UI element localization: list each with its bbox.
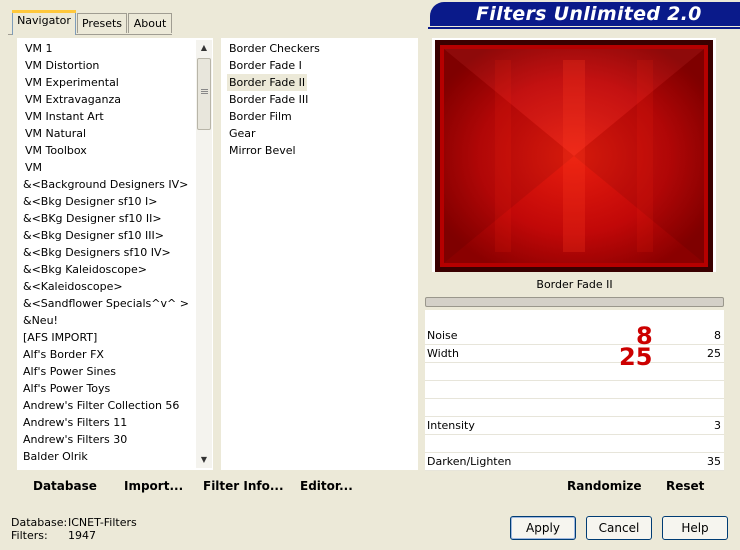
category-item[interactable]: VM 1 [25, 40, 53, 57]
category-item[interactable]: &<BKg Designer sf10 II> [23, 210, 162, 227]
scroll-up-button[interactable]: ▲ [196, 40, 212, 56]
category-item[interactable]: &<Bkg Designers sf10 IV> [23, 244, 171, 261]
title-banner-edge [428, 27, 740, 29]
filter-item[interactable]: Mirror Bevel [229, 142, 296, 159]
category-item[interactable]: VM Instant Art [25, 108, 104, 125]
scroll-down-button[interactable]: ▼ [196, 452, 212, 468]
tab-presets[interactable]: Presets [77, 13, 127, 33]
category-item[interactable]: VM Experimental [25, 74, 119, 91]
parameter-value: 8 [714, 329, 721, 342]
category-item[interactable]: VM Distortion [25, 57, 99, 74]
parameter-row[interactable]: Noise 8 [425, 327, 724, 345]
help-button[interactable]: Help [662, 516, 728, 540]
parameter-row [425, 363, 724, 381]
cancel-button[interactable]: Cancel [586, 516, 652, 540]
filters-count-value: 1947 [68, 529, 96, 542]
app-title: Filters Unlimited 2.0 [476, 3, 702, 25]
category-item[interactable]: VM Natural [25, 125, 86, 142]
category-item[interactable]: VM [25, 159, 42, 176]
filter-item[interactable]: Border Film [229, 108, 292, 125]
category-item[interactable]: &<Sandflower Specials^v^ > [23, 295, 189, 312]
filter-item[interactable]: Border Fade II [227, 74, 308, 91]
parameter-row [425, 381, 724, 399]
category-item[interactable]: Alf's Border FX [23, 346, 104, 363]
parameter-value: 3 [714, 419, 721, 432]
category-item[interactable]: Alf's Power Toys [23, 380, 110, 397]
filter-item[interactable]: Border Checkers [229, 40, 320, 57]
editor-button[interactable]: Editor... [300, 479, 353, 493]
filter-item[interactable]: Gear [229, 125, 256, 142]
database-value: ICNET-Filters [68, 516, 137, 529]
category-item[interactable]: VM Extravaganza [25, 91, 121, 108]
tab-navigator[interactable]: Navigator [12, 10, 76, 35]
category-list[interactable]: VM 1 VM Distortion VM Experimental VM Extra… [17, 38, 213, 470]
category-item[interactable]: &<Kaleidoscope> [23, 278, 123, 295]
randomize-button[interactable]: Randomize [567, 479, 641, 493]
filter-item[interactable]: Border Fade III [229, 91, 308, 108]
category-item[interactable]: VM Toolbox [25, 142, 87, 159]
parameter-value: 25 [707, 347, 721, 360]
category-item[interactable]: Alf's Power Sines [23, 363, 116, 380]
parameter-row [425, 399, 724, 417]
parameter-row [425, 435, 724, 453]
tab-about[interactable]: About [128, 13, 172, 33]
selected-filter-name: Border Fade II [536, 278, 613, 291]
scroll-thumb[interactable] [197, 58, 211, 130]
parameter-value: 35 [707, 455, 721, 468]
parameter-row[interactable]: Width 25 [425, 345, 724, 363]
parameter-slider[interactable] [425, 297, 724, 307]
parameter-label: Darken/Lighten [427, 455, 512, 468]
category-item[interactable]: Andrew's Filter Collection 56 [23, 397, 179, 414]
category-item[interactable]: &<Background Designers IV> [23, 176, 188, 193]
filter-item[interactable]: Border Fade I [229, 57, 302, 74]
category-item[interactable]: Andrew's Filters 30 [23, 431, 127, 448]
category-item[interactable]: &<Bkg Kaleidoscope> [23, 261, 147, 278]
category-item[interactable]: &Neu! [23, 312, 58, 329]
category-item[interactable]: Balder Olrik [23, 448, 88, 465]
category-item[interactable]: &<Bkg Designer sf10 I> [23, 193, 158, 210]
parameter-label: Intensity [427, 419, 475, 432]
database-button[interactable]: Database [33, 479, 97, 493]
parameter-label: Width [427, 347, 459, 360]
parameter-label: Noise [427, 329, 458, 342]
parameter-row[interactable]: Darken/Lighten 35 [425, 453, 724, 471]
category-item[interactable]: Andrew's Filters 11 [23, 414, 127, 431]
width-annotation: 25 [619, 343, 653, 371]
database-label: Database: [11, 516, 68, 529]
preview-image [435, 40, 713, 272]
category-item[interactable]: [AFS IMPORT] [23, 329, 97, 346]
import-button[interactable]: Import... [124, 479, 183, 493]
apply-button[interactable]: Apply [510, 516, 576, 540]
category-item[interactable]: &<Bkg Designer sf10 III> [23, 227, 164, 244]
filter-list[interactable]: Border Checkers Border Fade I Border Fade … [221, 38, 418, 470]
filter-info-button[interactable]: Filter Info... [203, 479, 284, 493]
filters-count-label: Filters: [11, 529, 48, 542]
reset-button[interactable]: Reset [666, 479, 704, 493]
parameter-row[interactable]: Intensity 3 [425, 417, 724, 435]
